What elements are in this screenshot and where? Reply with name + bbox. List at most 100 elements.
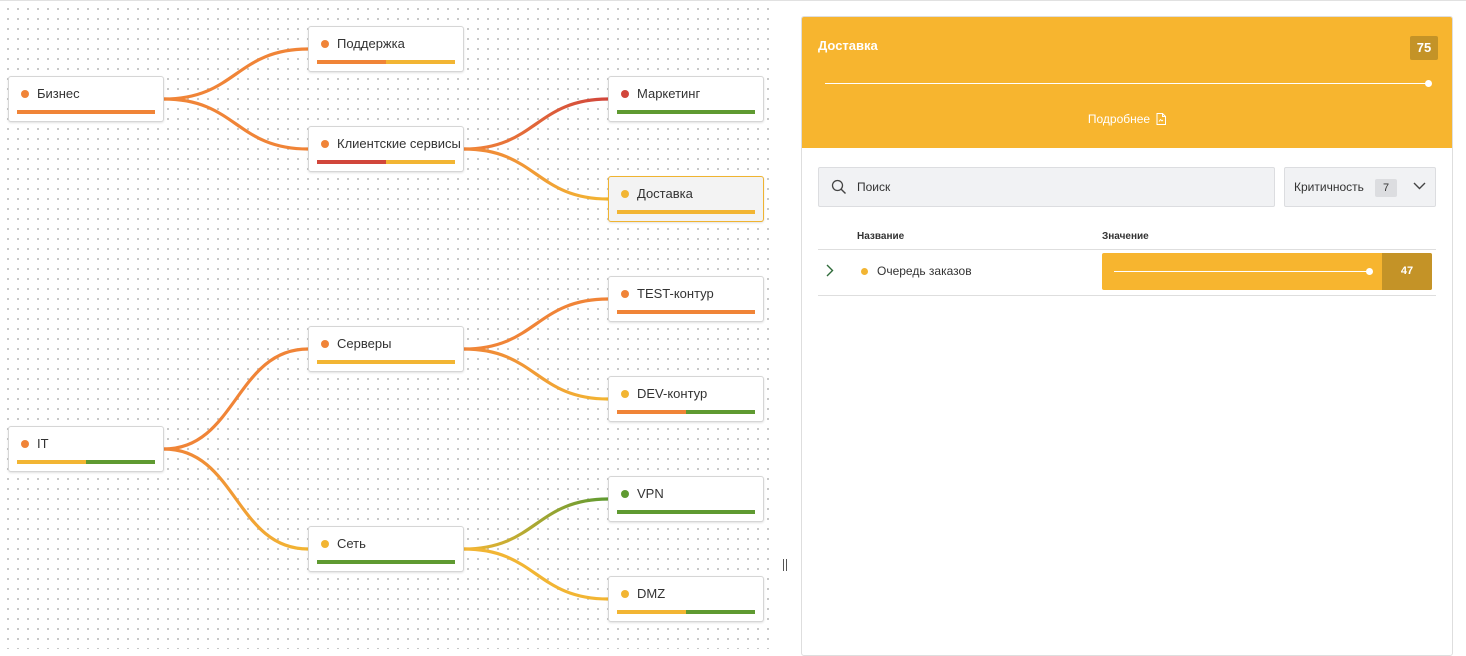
edge-it-servery [162,347,310,451]
node-health-bar [317,360,455,364]
node-health-bar [317,60,455,64]
chevron-down-icon [1413,182,1426,190]
health-segment [617,410,686,414]
resize-handle[interactable] [783,559,787,571]
node-health-bar [317,160,455,164]
health-segment [317,60,386,64]
node-label: DEV-контур [637,386,708,401]
node-status-dot [621,590,629,598]
chevron-right-icon[interactable] [826,264,834,277]
node-status-dot [621,190,629,198]
edge-servery-test [462,297,610,351]
document-icon [1156,113,1167,125]
node-health-bar [617,310,755,314]
search-box[interactable] [818,167,1275,207]
table-header: Название Значение [818,225,1436,250]
health-segment [686,410,755,414]
health-segment [386,60,455,64]
health-segment [317,160,386,164]
node-status-dot [21,90,29,98]
node-label: Сеть [337,536,366,551]
graph-node-set[interactable]: Сеть [308,526,464,572]
health-segment [617,210,755,214]
health-segment [317,560,455,564]
edge-it-set [162,447,310,551]
node-status-dot [621,490,629,498]
edge-biznes-podderzhka [162,47,310,101]
score-badge: 75 [1410,36,1438,60]
edge-klient-marketing [462,97,610,151]
health-segment [17,110,155,114]
score-slider [825,80,1432,87]
criticality-filter[interactable]: Критичность 7 [1284,167,1436,207]
node-label: Поддержка [337,36,405,51]
more-details-link[interactable]: Подробнее [802,112,1452,126]
node-health-bar [617,110,755,114]
health-segment [686,610,755,614]
node-status-dot [321,40,329,48]
health-segment [617,310,755,314]
node-label: Бизнес [37,86,80,101]
criticality-label: Критичность [1294,180,1364,194]
edge-biznes-klient [162,97,310,151]
node-label: VPN [637,486,664,501]
search-input[interactable] [857,178,1257,196]
node-label: IT [37,436,49,451]
graph-node-klient[interactable]: Клиентские сервисы [308,126,464,172]
node-status-dot [21,440,29,448]
details-panel: Доставка 75 Подробнее Критичность 7 Назв… [801,16,1453,656]
health-segment [617,110,755,114]
row-value-track [1114,271,1370,272]
graph-node-servery[interactable]: Серверы [308,326,464,372]
health-segment [317,360,455,364]
edge-servery-dev [462,347,610,401]
details-header: Доставка 75 Подробнее [802,17,1452,148]
row-value-knob [1366,268,1373,275]
node-health-bar [617,510,755,514]
details-title: Доставка [818,38,878,53]
node-label: Клиентские сервисы [337,136,461,151]
health-segment [386,160,455,164]
table-row[interactable]: Очередь заказов 47 [818,250,1436,296]
graph-node-marketing[interactable]: Маркетинг [608,76,764,122]
row-value-bar: 47 [1102,253,1432,290]
search-icon [831,179,846,194]
node-status-dot [621,290,629,298]
node-health-bar [17,110,155,114]
graph-node-dmz[interactable]: DMZ [608,576,764,622]
more-details-label: Подробнее [1087,112,1151,126]
criticality-count: 7 [1375,179,1397,197]
score-slider-knob [1425,80,1432,87]
graph-node-dostavka[interactable]: Доставка [608,176,764,222]
graph-node-dev[interactable]: DEV-контур [608,376,764,422]
node-label: Маркетинг [637,86,701,101]
node-status-dot [321,540,329,548]
node-health-bar [317,560,455,564]
graph-node-biznes[interactable]: Бизнес [8,76,164,122]
column-name-header: Название [857,231,905,242]
node-label: Доставка [637,186,693,201]
column-value-header: Значение [1102,231,1149,242]
health-segment [617,510,755,514]
row-status-dot [861,268,868,275]
node-health-bar [617,410,755,414]
node-health-bar [617,610,755,614]
graph-node-it[interactable]: IT [8,426,164,472]
node-label: Серверы [337,336,392,351]
edge-set-dmz [462,547,610,601]
node-status-dot [621,390,629,398]
dependency-graph-canvas[interactable]: Бизнес Поддержка Клиентские сервисы Маркети… [0,1,772,649]
node-health-bar [17,460,155,464]
health-segment [17,460,86,464]
node-status-dot [321,340,329,348]
node-status-dot [321,140,329,148]
graph-node-podderzhka[interactable]: Поддержка [308,26,464,72]
edge-set-vpn [462,497,610,551]
node-label: DMZ [637,586,666,601]
health-segment [617,610,686,614]
health-segment [86,460,155,464]
graph-node-vpn[interactable]: VPN [608,476,764,522]
graph-node-test[interactable]: TEST-контур [608,276,764,322]
node-status-dot [621,90,629,98]
row-value: 47 [1382,253,1432,290]
